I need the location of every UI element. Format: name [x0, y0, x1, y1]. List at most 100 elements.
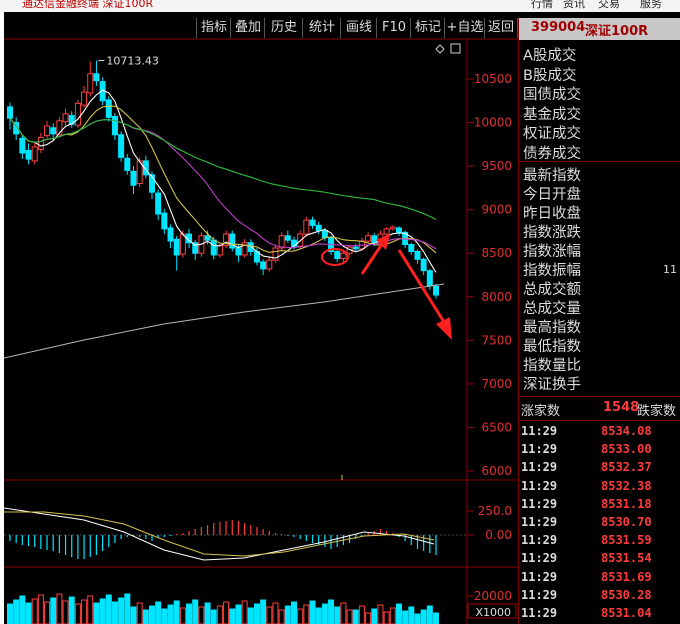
volume-bar: [93, 602, 100, 624]
candle-body: [235, 247, 242, 256]
long-term-average-line: [4, 283, 445, 359]
volume-bar: [192, 599, 199, 624]
candle-body: [426, 270, 433, 286]
candle-body: [371, 235, 378, 244]
volume-bar: [284, 605, 291, 624]
volume-bar: [44, 601, 51, 624]
candle-body: [111, 115, 118, 136]
price-axis-label: 8000: [481, 290, 512, 304]
price-axis-label: 7500: [481, 333, 512, 347]
candle-body: [210, 239, 217, 256]
toolbar-draw-button[interactable]: 画线: [340, 18, 377, 38]
volume-bar: [365, 612, 372, 624]
volume-bar: [111, 601, 118, 624]
macd-axis-label: 250.0: [478, 504, 512, 518]
volume-bar: [346, 609, 353, 624]
volume-bar: [62, 600, 69, 624]
label-b-share-volume: B股成交: [523, 67, 577, 84]
label-today-open: 今日开盘: [523, 187, 581, 203]
volume-bar: [179, 607, 186, 624]
volume-bar: [383, 611, 390, 624]
tick-price: 8530.28: [601, 587, 652, 602]
volume-bar: [402, 610, 409, 624]
tick-row: 11:29 8531.59: [519, 533, 680, 551]
label-latest-index: 最新指数: [523, 168, 581, 184]
label-a-share-volume: A股成交: [523, 48, 577, 64]
candle-body: [321, 230, 328, 239]
volume-bar: [210, 609, 217, 624]
volume-bar: [56, 593, 63, 624]
tick-row: 11:29 8533.00: [519, 442, 680, 460]
label-fund-volume: 基金成交: [523, 106, 581, 123]
toolbar-add-watchlist-button[interactable]: +自选: [444, 18, 485, 38]
title-bar: 通达信金融终端 深证100R 行情 资讯 交易 服务: [0, 0, 680, 12]
menu-quotes[interactable]: 行情: [531, 0, 553, 11]
tick-time: 11:29: [521, 460, 558, 475]
volume-bar: [315, 607, 322, 624]
tick-row: 11:29 8531.54: [519, 551, 680, 569]
volume-axis-label: 20000: [474, 589, 512, 603]
amplitude-value: 11: [663, 263, 677, 276]
label-high-index: 最高指数: [523, 320, 581, 336]
index-header: 399004 深证100R: [519, 18, 680, 40]
toolbar-f10-button[interactable]: F10: [376, 18, 411, 38]
menu-service[interactable]: 服务: [640, 0, 662, 11]
volume-bar: [198, 606, 205, 624]
tick-row: 11:29 8532.37: [519, 460, 680, 478]
price-axis-label: 6000: [481, 464, 512, 478]
candle-body: [433, 285, 439, 296]
label-low-index: 最低指数: [523, 339, 581, 355]
candle-body: [74, 102, 81, 126]
annotation-arrowhead-down: [436, 317, 452, 340]
volume-bar: [118, 597, 125, 624]
menu-trade[interactable]: 交易: [598, 0, 620, 11]
volume-bar: [408, 606, 415, 624]
tick-time: 11:29: [521, 606, 558, 620]
toolbar-indicator-button[interactable]: 指标: [196, 18, 231, 38]
candle-body: [105, 99, 112, 118]
candle-body: [31, 146, 38, 162]
volume-bar: [37, 594, 44, 624]
menu-news[interactable]: 资讯: [563, 0, 585, 11]
chart-toolbar: 指标 叠加 历史 统计 画线 F10 标记 +自选 返回: [4, 18, 518, 40]
volume-bar: [87, 595, 94, 624]
advancers-label: 涨家数: [521, 404, 561, 419]
tick-row: 11:29 8531.18: [519, 497, 680, 515]
tick-price: 8531.59: [601, 533, 652, 548]
candle-body: [395, 227, 402, 233]
volume-bar: [155, 601, 162, 624]
candle-body: [334, 250, 341, 259]
kline-chart[interactable]: 10500 10000 9500 9000 8500 8000 7500 7000 6500 60…: [4, 12, 518, 624]
candle-body: [173, 238, 180, 256]
tick-time: 11:29: [521, 424, 558, 438]
toolbar-overlay-button[interactable]: 叠加: [230, 18, 265, 38]
volume-bar: [352, 609, 359, 624]
candle-body: [266, 259, 273, 270]
volume-bar: [186, 603, 193, 624]
tick-row: 11:29 8531.69: [519, 570, 680, 588]
tick-time: 11:29: [521, 533, 558, 548]
volume-bar: [204, 602, 211, 624]
candle-body: [408, 244, 415, 252]
tick-price: 8532.37: [601, 460, 652, 475]
tick-price: 8531.69: [601, 569, 652, 584]
toolbar-mark-button[interactable]: 标记: [410, 18, 445, 38]
candle-body: [420, 258, 427, 272]
label-index-amplitude: 指数振幅: [523, 263, 581, 279]
toolbar-stats-button[interactable]: 统计: [302, 18, 341, 38]
panel-divider: [519, 161, 680, 162]
volume-bar: [13, 599, 20, 624]
volume-bar: [297, 608, 304, 624]
volume-bar: [272, 602, 279, 624]
index-code: 399004: [531, 20, 586, 35]
advancers-count: 1548: [603, 400, 640, 415]
candle-body: [161, 212, 168, 230]
toolbar-back-button[interactable]: 返回: [484, 18, 518, 38]
candle-body: [124, 157, 131, 171]
tick-price: 8533.00: [601, 442, 652, 457]
moving-average-line: [9, 117, 437, 250]
tick-price: 8531.54: [601, 551, 652, 566]
candle-body: [37, 136, 44, 151]
tick-price: 8531.04: [601, 606, 652, 620]
toolbar-history-button[interactable]: 历史: [264, 18, 303, 38]
